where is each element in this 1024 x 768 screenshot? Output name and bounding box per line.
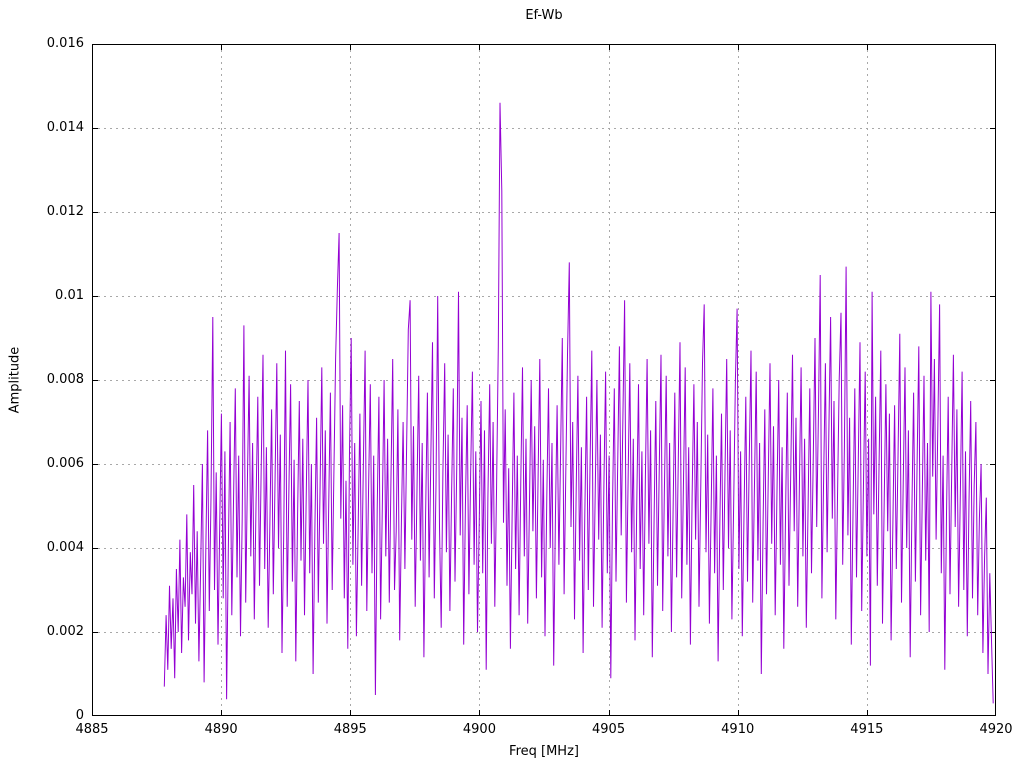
y-tick-label: 0.01 xyxy=(55,288,84,303)
y-tick-label: 0.006 xyxy=(46,456,84,471)
x-tick-label: 4900 xyxy=(462,722,496,737)
x-tick-label: 4920 xyxy=(979,722,1013,737)
y-tick-label: 0.002 xyxy=(46,624,84,639)
signal-trace xyxy=(163,102,994,704)
y-tick-label: 0.014 xyxy=(46,120,84,135)
plot-area xyxy=(92,44,996,716)
x-tick-label: 4890 xyxy=(204,722,238,737)
x-tick-label: 4915 xyxy=(850,722,884,737)
chart-title: Ef-Wb xyxy=(525,8,563,23)
y-tick-label: 0.004 xyxy=(46,540,84,555)
y-tick-label: 0.008 xyxy=(46,372,84,387)
y-axis-label: Amplitude xyxy=(7,346,23,414)
y-tick-label: 0.016 xyxy=(46,36,84,51)
y-tick-label: 0.012 xyxy=(46,204,84,219)
x-tick-label: 4910 xyxy=(721,722,755,737)
chart-figure: Ef-Wb Amplitude 0 0.002 0.004 0.006 0.008 0.0… xyxy=(0,0,1024,768)
x-tick-label: 4885 xyxy=(75,722,109,737)
plot-canvas xyxy=(92,44,996,716)
x-tick-label: 4895 xyxy=(333,722,367,737)
x-tick-label: 4905 xyxy=(592,722,626,737)
x-axis-label: Freq [MHz] xyxy=(509,744,579,759)
